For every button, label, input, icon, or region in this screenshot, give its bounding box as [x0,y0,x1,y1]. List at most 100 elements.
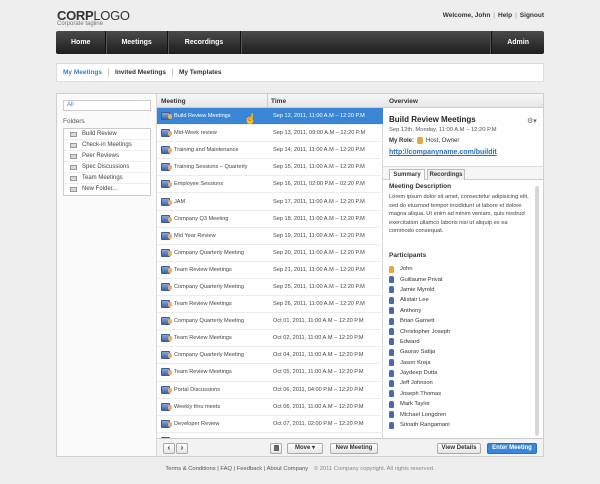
gear-icon[interactable]: ⚙▾ [527,117,537,125]
main-nav: Home Meetings Recordings Admin [56,31,544,54]
meeting-name: Training and Maintenance [174,147,239,154]
participant-item: Christopher Joseph [389,326,529,336]
meeting-time: Oct 01, 2011, 11:00 A.M – 12:20 P.M [273,318,364,325]
enter-meeting-button[interactable]: Enter Meeting [487,443,537,454]
meeting-link[interactable]: http://companyname.com/buildit [389,149,497,156]
participant-item: Jeff Johnson [389,378,529,388]
folder-item[interactable]: Build Review [64,129,150,140]
view-details-button[interactable]: View Details [437,443,481,454]
participant-name: Anthony [400,307,422,314]
table-row[interactable]: Company Quarterly Meeting Oct 04, 2011, 1… [157,347,383,365]
meeting-time: Sep 18, 2011, 11:00 A.M – 12:20 P.M [273,215,365,222]
table-row[interactable]: Developer Review Oct 07, 2011, 02:00 P.M … [157,416,383,433]
prev-page-button[interactable]: ‹ [163,443,175,454]
meeting-icon [161,265,172,274]
table-row[interactable]: Training Sessions – Quarterly Sep 15, 201… [157,159,383,177]
feedback-link[interactable]: Feedback [237,466,262,472]
participant-item: Jamie Myrold [389,285,529,295]
folder-all[interactable]: All [63,100,151,111]
folder-icon [70,153,77,159]
table-row[interactable]: Mid-Week review Sep 13, 2011, 09:00 A.M –… [157,125,383,143]
page-footer: Terms & Conditions | FAQ | Feedback | Ab… [0,466,600,472]
person-icon [389,400,394,408]
participant-name: John [400,266,413,273]
table-row[interactable]: Company Quarterly Meeting Oct 01, 2011, 1… [157,313,383,331]
signout-link[interactable]: Signout [520,12,544,19]
move-button[interactable]: Move ▾ [287,443,323,454]
faq-link[interactable]: FAQ [220,466,232,472]
host-icon [417,137,424,144]
folder-item[interactable]: Spec Discussions [64,162,150,173]
new-meeting-button[interactable]: New Meeting [330,443,378,454]
participant-item: Michael Longdren [389,409,529,419]
participant-item: Srinath Rangamani [389,420,529,430]
role-label: My Role: [389,137,415,144]
meeting-icon [161,300,172,309]
table-row[interactable]: JAM Sep 17, 2011, 11:00 A.M – 12:20 P.M [157,193,383,211]
person-icon [389,359,394,367]
nav-admin[interactable]: Admin [491,31,544,54]
nav-recordings[interactable]: Recordings [168,31,242,54]
participant-name: Joseph Thomas [400,390,442,397]
tab-summary[interactable]: Summary [389,169,425,180]
participant-item: Jason Kreja [389,358,529,368]
tab-recordings[interactable]: Recordings [427,169,465,180]
meeting-time: Oct 07, 2011, 02:00 P.M – 12:20 P.M [273,420,364,427]
folder-icon [70,187,77,192]
meeting-time: Sep 13, 2011, 09:00 A.M – 12:20 P.M [273,130,366,137]
divider: | [515,12,517,19]
meeting-name: Mid-Week review [174,130,217,137]
table-row[interactable]: Company Quarterly Meeting Sep 20, 2011, 1… [157,245,383,262]
table-row[interactable]: Team Review Meetings Oct 05, 2011, 11:00 … [157,364,383,382]
person-icon [389,286,394,294]
tab-my-templates[interactable]: My Templates [173,68,228,77]
table-row[interactable]: Portal Discussions Oct 06, 2011, 04:00 P.… [157,382,383,399]
table-row[interactable]: Training and Maintenance Sep 14, 2011, 11… [157,142,383,160]
table-row[interactable]: Employee Sessions Sep 16, 2011, 02:00 P.M… [157,176,383,194]
person-icon [389,390,394,398]
folder-new[interactable]: New Folder... [64,184,150,195]
folder-item[interactable]: Peer Reviews [64,151,150,162]
move-label: Move [294,445,311,451]
folder-icon [70,164,77,170]
col-time[interactable]: Time [271,98,286,105]
nav-home[interactable]: Home [56,31,107,54]
participant-name: Edward [400,338,420,345]
about-link[interactable]: About Company [267,466,309,472]
person-icon [389,338,394,346]
table-row[interactable]: Build Review Meetings Sep 12, 2011, 11:00… [157,108,383,126]
meeting-time: Sep 17, 2011, 11:00 A.M – 12:20 P.M [273,198,365,205]
meeting-icon [161,351,172,360]
col-meeting[interactable]: Meeting [161,98,186,105]
table-row[interactable]: Company Quarterly Meeting Sep 25, 2011, 1… [157,279,383,297]
participant-name: Christopher Joseph [400,328,451,335]
table-row[interactable]: Mid Year Review Sep 19, 2011, 11:00 A.M –… [157,228,383,245]
meeting-description: Lorem ipsum dolor sit amet, consectetur … [389,194,529,235]
overview-title: Build Review Meetings [389,115,476,124]
overview-scrollbar[interactable] [535,186,539,436]
delete-button[interactable] [270,443,282,454]
terms-link[interactable]: Terms & Conditions [165,466,215,472]
table-row[interactable]: Company Q3 Meeting Sep 18, 2011, 11:00 A.… [157,211,383,228]
meeting-name: Weekly thru meets [174,403,221,410]
folder-item[interactable]: Check-in Meetings [64,140,150,151]
participant-name: Srinath Rangamani [400,422,450,429]
participant-item: John [389,264,529,274]
meeting-time: Oct 06, 2011, 11:00 A.M – 12:20 P.M [273,403,364,410]
tab-invited-meetings[interactable]: Invited Meetings [109,68,173,77]
nav-meetings[interactable]: Meetings [106,31,168,54]
table-row[interactable]: Team Review Meetings Oct 02, 2011, 11:00 … [157,330,383,348]
table-row[interactable]: Team Review Meetings Sep 26, 2011, 11:00 … [157,296,383,314]
table-body: Build Review Meetings Sep 12, 2011, 11:00… [157,108,383,450]
folder-icon [70,131,77,137]
table-row[interactable]: Weekly thru meets Oct 06, 2011, 11:00 A.M… [157,399,383,416]
person-icon [389,265,394,273]
next-page-button[interactable]: › [176,443,188,454]
help-link[interactable]: Help [498,12,512,19]
table-row[interactable]: Team Review Meetings Sep 21, 2011, 11:00 … [157,262,383,279]
tab-my-meetings[interactable]: My Meetings [57,68,110,77]
meeting-name: Company Q3 Meeting [174,215,229,222]
person-icon [389,348,394,356]
folder-item[interactable]: Team Meetings [64,173,150,184]
meetings-table: Meeting Time Build Review Meetings Sep 12… [157,94,383,456]
